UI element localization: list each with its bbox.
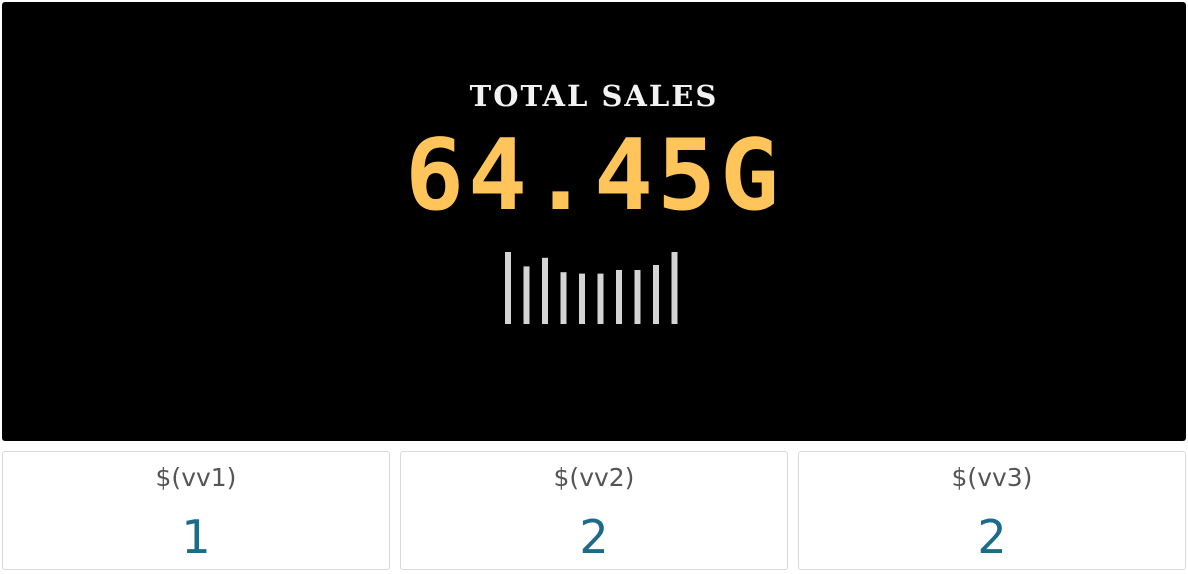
sparkline-bar [542,257,548,324]
kpi-value: 1 [181,510,211,564]
kpi-value: 2 [579,510,609,564]
sparkline-bar [597,273,604,324]
total-sales-panel: TOTAL SALES 64.45G [2,2,1186,441]
sparkline-bar [634,270,641,324]
total-sales-title: TOTAL SALES [469,79,719,113]
sparkline-bar [653,265,659,324]
kpi-card-vv1[interactable]: $(vv1) 1 [2,451,390,570]
kpi-label: $(vv1) [155,463,237,492]
kpi-card-vv2[interactable]: $(vv2) 2 [400,451,788,570]
sparkline-bar [616,270,622,324]
kpi-card-vv3[interactable]: $(vv3) 2 [798,451,1186,570]
total-sales-value: 64.45G [404,119,783,233]
sparkline-bar [579,273,585,324]
kpi-label: $(vv2) [553,463,635,492]
sparkline-bar [523,266,530,324]
kpi-value: 2 [977,510,1007,564]
sales-sparkline [505,252,678,324]
kpi-label: $(vv3) [951,463,1033,492]
sparkline-bar [505,252,511,324]
sparkline-bar [671,252,678,324]
sparkline-bar [560,272,567,324]
